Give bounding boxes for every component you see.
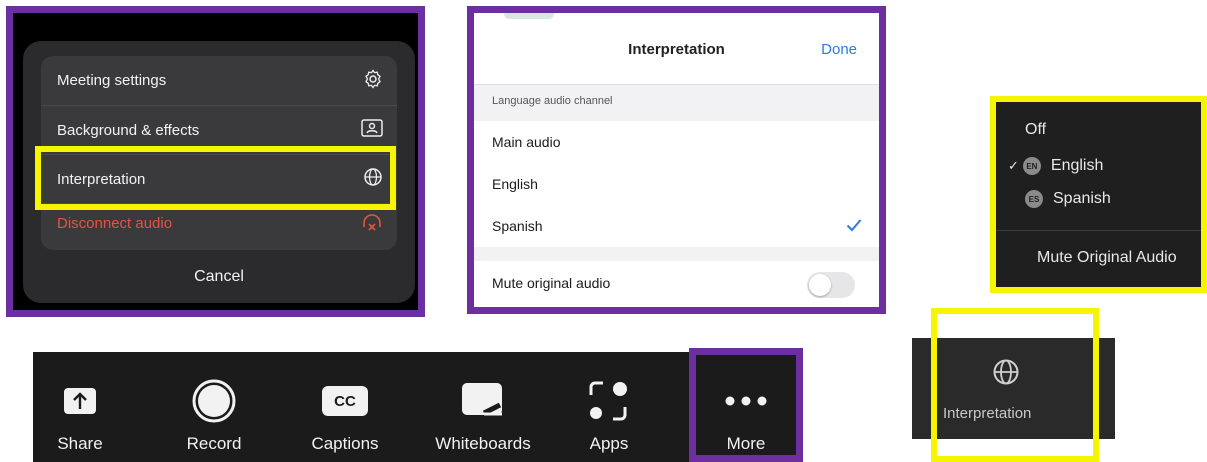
globe-icon	[363, 167, 383, 191]
menu-item-label: Disconnect audio	[57, 215, 173, 232]
checkmark-icon	[846, 218, 862, 235]
headset-x-icon	[361, 213, 383, 235]
menu-divider	[996, 230, 1201, 231]
page-title: Interpretation	[628, 41, 725, 58]
cancel-button[interactable]: Cancel	[41, 255, 397, 299]
menu-item-label: Background & effects	[57, 121, 200, 139]
mute-label: Mute original audio	[492, 275, 611, 291]
action-sheet-group: Meeting settings Background & effects In…	[41, 56, 397, 250]
option-label: English	[492, 176, 538, 192]
grabber	[504, 13, 554, 19]
globe-icon	[992, 358, 1020, 391]
section-label: Language audio channel	[492, 95, 613, 107]
menu-item-label: English	[1050, 157, 1104, 174]
done-button[interactable]: Done	[821, 41, 857, 58]
option-english[interactable]: English	[492, 163, 862, 205]
mobile-action-sheet-panel: Meeting settings Background & effects In…	[6, 6, 425, 317]
menu-item-label: Interpretation	[57, 170, 146, 188]
interpretation-settings-panel: Interpretation Done Language audio chann…	[467, 6, 886, 314]
menu-item-english[interactable]: ✓ EN English	[1008, 157, 1103, 175]
toolbar-apps-button[interactable]: Apps	[573, 352, 645, 462]
mute-original-audio-toggle[interactable]	[807, 272, 855, 298]
toolbar-whiteboards-button[interactable]: Whiteboards	[417, 352, 549, 462]
toolbar-label: Captions	[311, 434, 379, 453]
mute-original-audio-row: Mute original audio	[474, 261, 879, 307]
menu-item-background-effects[interactable]: Background & effects	[41, 105, 397, 154]
menu-item-interpretation[interactable]: Interpretation	[41, 154, 397, 203]
record-icon	[191, 372, 237, 430]
menu-item-meeting-settings[interactable]: Meeting settings	[41, 56, 397, 105]
option-label: Main audio	[492, 134, 561, 150]
highlight-more	[689, 348, 803, 462]
menu-item-label: Off	[1025, 121, 1047, 138]
gear-icon	[363, 68, 383, 93]
toolbar-label: Apps	[589, 434, 629, 453]
interpretation-toolbar-button[interactable]: Interpretation	[912, 338, 1115, 439]
toolbar-label: Whiteboards	[435, 434, 531, 453]
option-spanish[interactable]: Spanish	[492, 205, 862, 247]
menu-item-label: Meeting settings	[57, 72, 167, 89]
share-arrow-icon	[63, 372, 97, 430]
menu-item-mute-original-audio[interactable]: Mute Original Audio	[1037, 249, 1177, 267]
en-badge-icon: EN	[1022, 157, 1041, 175]
toolbar-label: Share	[57, 434, 103, 453]
toolbar-captions-button[interactable]: CC Captions	[299, 352, 391, 462]
menu-item-spanish[interactable]: ES Spanish	[1025, 190, 1111, 208]
cc-icon: CC	[322, 372, 368, 430]
toolbar-share-button[interactable]: Share	[39, 352, 121, 462]
language-option-list: Main audio English Spanish	[474, 121, 879, 247]
background-icon	[361, 119, 383, 141]
option-label: Spanish	[492, 218, 543, 234]
sheet-header: Interpretation Done	[474, 13, 879, 85]
toggle-knob	[809, 274, 831, 296]
menu-item-label: Mute Original Audio	[1037, 249, 1177, 266]
option-main-audio[interactable]: Main audio	[492, 121, 862, 163]
interpretation-label: Interpretation	[943, 405, 1032, 422]
cc-badge: CC	[322, 386, 368, 416]
menu-item-disconnect-audio[interactable]: Disconnect audio	[41, 203, 397, 243]
apps-icon	[587, 372, 631, 430]
action-sheet: Meeting settings Background & effects In…	[23, 41, 415, 303]
menu-item-off[interactable]: Off	[1025, 121, 1046, 139]
checkmark-icon: ✓	[1008, 158, 1019, 173]
es-badge-icon: ES	[1025, 190, 1043, 208]
menu-item-label: Spanish	[1053, 190, 1111, 207]
whiteboard-icon	[460, 372, 506, 430]
toolbar-record-button[interactable]: Record	[169, 352, 259, 462]
meeting-toolbar: Share Record CC Captions Whiteboards App…	[33, 348, 803, 462]
language-dropdown-menu: Off ✓ EN English ES Spanish Mute Origina…	[990, 96, 1207, 293]
toolbar-label: Record	[186, 434, 242, 453]
